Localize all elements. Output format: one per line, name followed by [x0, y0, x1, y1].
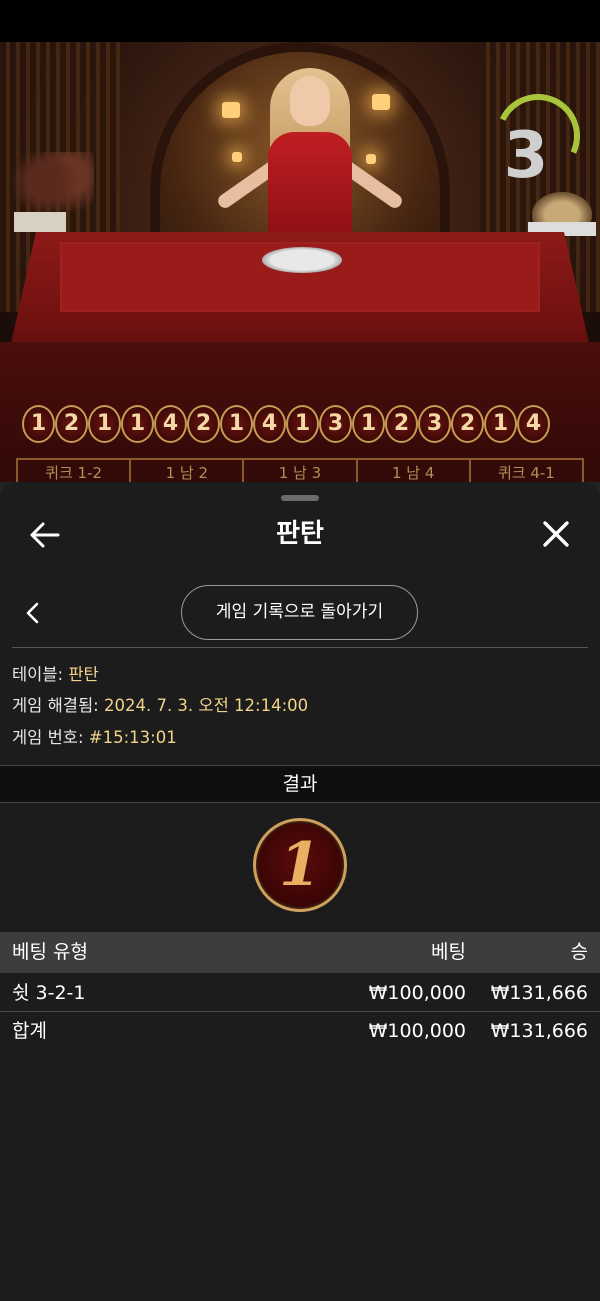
total-win: ₩131,666: [490, 1020, 588, 1042]
roadmap-bead: 2: [187, 405, 220, 443]
decor-pot: [14, 212, 66, 232]
info-table-value: 판탄: [68, 665, 99, 684]
bet-amount-cell: ₩100,000: [368, 982, 466, 1004]
dealer-face: [290, 76, 330, 126]
lamp: [366, 154, 376, 164]
column-bet-type: 베팅 유형: [12, 941, 88, 963]
roadmap-bead: 4: [253, 405, 286, 443]
decor-plant: [12, 152, 94, 212]
table-row: 쉿 3-2-1 ₩100,000 ₩131,666: [0, 974, 600, 1012]
live-video: 3: [0, 42, 600, 522]
roadmap-bead: 1: [22, 405, 55, 443]
roadmap-bead: 4: [154, 405, 187, 443]
roadmap-bead: 2: [55, 405, 88, 443]
total-bet: ₩100,000: [368, 1020, 466, 1042]
roadmap-bead: 1: [484, 405, 517, 443]
game-detail-sheet: 판탄 게임 기록으로 돌아가기 테이블: 판탄 게임 해결됨: 2024. 7.…: [0, 482, 600, 1301]
bet-table-header: 베팅 유형 베팅 승: [0, 932, 600, 973]
close-icon[interactable]: [538, 516, 574, 552]
column-win: 승: [570, 941, 588, 963]
roadmap-bead: 4: [517, 405, 550, 443]
roadmap-bead: 2: [451, 405, 484, 443]
sheet-drag-handle[interactable]: [281, 495, 319, 501]
lamp: [222, 102, 240, 118]
roadmap-bead: 1: [121, 405, 154, 443]
info-resolved-label: 게임 해결됨:: [12, 696, 99, 715]
bead-bowl: [262, 247, 342, 273]
info-table: 테이블: 판탄: [12, 663, 99, 687]
status-bar: [0, 0, 600, 42]
countdown-timer: 3: [503, 119, 549, 193]
roadmap-bead: 2: [385, 405, 418, 443]
result-badge: 1: [253, 818, 347, 912]
column-bet: 베팅: [431, 941, 466, 963]
total-label: 합계: [12, 1020, 47, 1042]
roadmap-beads: 1211421413123214: [22, 405, 550, 443]
chevron-left-icon[interactable]: [20, 598, 46, 628]
roadmap-bead: 3: [319, 405, 352, 443]
roadmap-bead: 1: [220, 405, 253, 443]
sheet-title: 판탄: [276, 519, 324, 549]
info-table-label: 테이블:: [12, 665, 64, 684]
lamp: [232, 152, 242, 162]
roadmap-bead: 1: [286, 405, 319, 443]
roadmap-bead: 1: [352, 405, 385, 443]
roadmap-bead: 3: [418, 405, 451, 443]
info-game-number-label: 게임 번호:: [12, 728, 84, 747]
roadmap-bead: 1: [88, 405, 121, 443]
divider: [12, 647, 588, 648]
back-arrow-icon[interactable]: [28, 518, 62, 552]
result-header: 결과: [0, 765, 600, 803]
win-amount-cell: ₩131,666: [490, 982, 588, 1004]
info-game-number: 게임 번호: #15:13:01: [12, 726, 177, 750]
info-resolved: 게임 해결됨: 2024. 7. 3. 오전 12:14:00: [12, 694, 308, 718]
info-game-number-value: #15:13:01: [88, 728, 177, 747]
total-row: 합계 ₩100,000 ₩131,666: [0, 1012, 600, 1050]
bet-type-cell: 쉿 3-2-1: [12, 982, 86, 1004]
dealer-dress: [268, 132, 352, 242]
result-number: 1: [279, 830, 321, 900]
info-resolved-value: 2024. 7. 3. 오전 12:14:00: [103, 696, 309, 715]
back-to-history-button[interactable]: 게임 기록으로 돌아가기: [181, 585, 418, 640]
lamp: [372, 94, 390, 110]
